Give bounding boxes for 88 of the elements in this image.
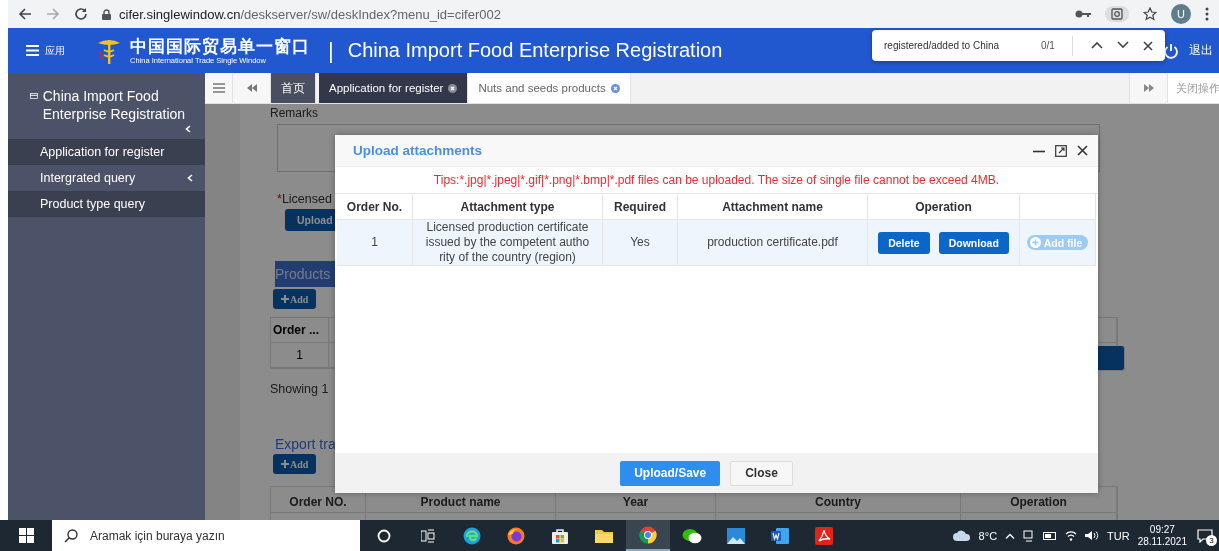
store-icon [551, 526, 569, 545]
tab[interactable]: Application for register [319, 73, 469, 103]
wifi-icon[interactable] [1065, 530, 1078, 541]
menu-icon [26, 45, 39, 56]
table-cell: Licensed production certificate issued by the competent authority of the country (region) [413, 220, 603, 266]
tab[interactable]: Nuts and seeds products [468, 73, 631, 103]
clock-time[interactable]: 09:27 [1149, 523, 1175, 536]
chevron-up-icon[interactable] [1005, 532, 1016, 539]
reload-icon[interactable] [74, 7, 88, 21]
double-right-icon [1143, 84, 1154, 92]
required-marker: * [277, 192, 282, 206]
chevron-left-icon[interactable] [185, 125, 191, 133]
pdf-icon [815, 526, 833, 545]
dialog-title: Upload attachments [353, 143, 483, 158]
table-cell: 1 [337, 220, 413, 266]
sidebar-item[interactable]: Application for register [8, 139, 205, 165]
tab[interactable]: 首页 [271, 73, 316, 103]
table-cell: production certificate.pdf [678, 220, 868, 266]
title-separator: | [328, 37, 334, 64]
menu-icon [212, 83, 225, 93]
key-icon[interactable] [1075, 9, 1091, 19]
taskbar-search-field[interactable]: Aramak için buraya yazın [52, 520, 360, 551]
close-icon[interactable] [1077, 145, 1088, 156]
zoom-button[interactable] [1105, 6, 1129, 22]
chat-icon [682, 527, 702, 544]
add-button[interactable]: Add [273, 289, 317, 309]
lock-icon [102, 8, 111, 20]
app-menu-button[interactable]: 应用 [8, 43, 96, 58]
scroll-right-button[interactable] [1129, 73, 1167, 103]
document-icon [771, 527, 789, 544]
section-heading: Products [275, 261, 337, 287]
notification-icon[interactable] [1197, 528, 1213, 543]
windows-start-icon[interactable] [18, 528, 34, 543]
clock-date[interactable]: 28.11.2021 [1137, 535, 1187, 548]
folder-icon [595, 527, 613, 544]
sidebar-item[interactable]: Intergrated query [8, 165, 205, 191]
close-icon[interactable] [1143, 40, 1153, 51]
browser-icon [463, 526, 481, 545]
action-button[interactable]: Delete [878, 231, 930, 254]
section-heading: Export tra [275, 436, 336, 452]
card-icon [30, 91, 38, 101]
logout-button[interactable]: 退出 [1163, 42, 1219, 59]
dialog-button[interactable]: Close [730, 460, 793, 486]
taskbar-app-button[interactable] [626, 520, 670, 551]
profile-avatar[interactable]: U [1171, 4, 1191, 24]
task-view-icon [421, 528, 435, 543]
cloud-icon [952, 530, 971, 541]
licensed-label: Licensed [281, 192, 332, 206]
action-button[interactable]: Download [938, 231, 1009, 254]
temperature: 8°C [978, 529, 998, 542]
magnifier-icon [1111, 8, 1123, 20]
back-icon[interactable] [18, 7, 32, 21]
battery-icon[interactable] [1043, 531, 1058, 540]
sidebar-item[interactable]: Product type query [8, 191, 205, 217]
close-icon[interactable] [448, 83, 458, 93]
match-count: 0/1 [1041, 40, 1056, 51]
app-title: China Import Food Enterprise Registration [347, 39, 723, 62]
maximize-icon[interactable] [1055, 144, 1067, 157]
find-query[interactable]: registered/added to China [884, 40, 1041, 51]
next-match-icon[interactable] [1117, 40, 1129, 49]
more-icon[interactable] [1205, 7, 1209, 21]
logo-title: 中国国际贸易单一窗口 [130, 36, 310, 56]
speaker-icon[interactable] [1085, 530, 1100, 541]
photos-icon [727, 527, 745, 544]
plus-icon [281, 295, 289, 303]
column-header: Order ... [271, 318, 329, 343]
scroll-left-button[interactable] [233, 73, 271, 103]
browser-icon [507, 526, 525, 545]
menu-toggle-button[interactable] [205, 73, 233, 103]
chevron-left-icon [187, 174, 193, 182]
pagination-summary: Showing 1 [270, 382, 329, 396]
double-left-icon [246, 84, 257, 92]
table-cell: 1 [271, 343, 329, 368]
search-icon [64, 528, 78, 543]
url-text[interactable]: cifer.singlewindow.cn/deskserver/sw/deskIndex?menu_id=cifer002 [119, 6, 501, 22]
upload-tips: Tips:*.jpg|*.jpeg|*.gif|*.png|*.bmp|*.pdf files can be uploaded. The size of single file cannot be exceed 4MB. [335, 167, 1098, 194]
plus-icon [281, 460, 289, 468]
previous-match-icon[interactable] [1091, 40, 1103, 49]
language-indicator[interactable]: TUR [1107, 529, 1130, 542]
remarks-label: Remarks [270, 106, 318, 120]
circle-icon [377, 528, 391, 543]
sidebar-title: China Import Food Enterprise Registration [42, 87, 187, 123]
star-icon[interactable] [1143, 7, 1157, 21]
browser-icon [639, 525, 657, 544]
table-cell: Yes [603, 220, 678, 266]
add-button[interactable]: Add [273, 454, 317, 474]
notification-count: 3 [1206, 534, 1217, 546]
plus-circle-icon [1029, 237, 1041, 248]
